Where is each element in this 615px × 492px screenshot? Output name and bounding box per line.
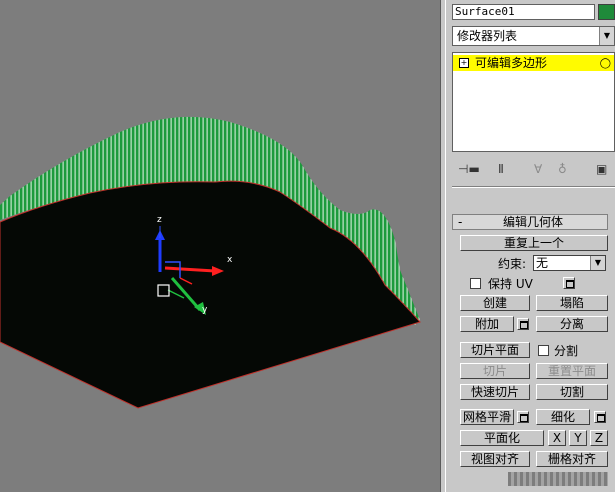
grid-align-button[interactable]: 栅格对齐 — [536, 451, 608, 467]
view-align-button[interactable]: 视图对齐 — [460, 451, 530, 467]
modify-panel: Surface01 修改器列表 ▼ + 可编辑多边形 ◯ ⊣▬ Ⅱ ∀ ♁ ▣ … — [446, 0, 615, 492]
mesh-smooth-settings-button[interactable] — [517, 411, 529, 423]
detach-button[interactable]: 分离 — [536, 316, 608, 332]
toolbar-divider — [452, 186, 615, 188]
remove-modifier-icon[interactable]: ♁ — [558, 162, 567, 176]
make-planar-button[interactable]: 平面化 — [460, 430, 544, 446]
constraint-value: 无 — [536, 256, 549, 270]
preserve-uv-checkbox[interactable] — [470, 278, 481, 289]
constraint-dropdown[interactable]: 无 ▼ — [533, 255, 606, 271]
slice-button[interactable]: 切片 — [460, 363, 530, 379]
collapse-button[interactable]: 塌陷 — [536, 295, 608, 311]
collapse-icon[interactable]: - — [458, 215, 462, 229]
tessellate-settings-button[interactable] — [594, 411, 606, 423]
mesh-smooth-button[interactable]: 网格平滑 — [460, 409, 514, 425]
quick-slice-button[interactable]: 快速切片 — [460, 384, 530, 400]
modifier-list-dropdown[interactable]: 修改器列表 ▼ — [452, 26, 615, 46]
make-unique-icon[interactable]: ∀ — [534, 162, 542, 176]
rollout-title: 编辑几何体 — [503, 215, 564, 229]
stack-item-label: 可编辑多边形 — [475, 56, 548, 70]
axis-label-x: x — [227, 255, 233, 265]
stack-item-editable-poly[interactable]: + 可编辑多边形 ◯ — [453, 55, 614, 71]
perspective-viewport[interactable]: z x y — [0, 0, 440, 492]
object-name-field[interactable]: Surface01 — [452, 4, 595, 20]
slice-plane-button[interactable]: 切片平面 — [460, 342, 530, 358]
stack-toolbar: ⊣▬ Ⅱ ∀ ♁ ▣ — [452, 160, 615, 188]
pin-stack-icon[interactable]: ⊣▬ — [458, 162, 480, 176]
planar-x-button[interactable]: X — [548, 430, 566, 446]
cut-button[interactable]: 切割 — [536, 384, 608, 400]
object-color-swatch[interactable] — [598, 4, 615, 20]
viewport-canvas: z x y — [0, 116, 421, 409]
rollout-edit-geometry-header[interactable]: - 编辑几何体 — [452, 214, 608, 230]
preserve-uv-label: 保持 UV — [488, 277, 533, 291]
create-button[interactable]: 创建 — [460, 295, 530, 311]
lightbulb-icon[interactable]: ◯ — [600, 56, 611, 72]
preserve-uv-settings-button[interactable] — [563, 277, 575, 289]
axis-label-z: z — [157, 215, 162, 225]
repeat-last-button[interactable]: 重复上一个 — [460, 235, 608, 251]
reset-plane-button[interactable]: 重置平面 — [536, 363, 608, 379]
planar-z-button[interactable]: Z — [590, 430, 608, 446]
attach-settings-button[interactable] — [517, 318, 529, 330]
expand-icon[interactable]: + — [459, 58, 469, 68]
show-end-result-icon[interactable]: Ⅱ — [498, 162, 504, 176]
axis-label-y: y — [202, 305, 208, 315]
split-label: 分割 — [554, 344, 579, 358]
planar-y-button[interactable]: Y — [569, 430, 587, 446]
modifier-stack[interactable]: + 可编辑多边形 ◯ — [452, 52, 615, 152]
tessellate-button[interactable]: 细化 — [536, 409, 590, 425]
attach-button[interactable]: 附加 — [460, 316, 514, 332]
chevron-down-icon[interactable]: ▼ — [599, 27, 614, 45]
constraint-label: 约束: — [498, 257, 527, 271]
modifier-list-label: 修改器列表 — [457, 29, 518, 43]
configure-sets-icon[interactable]: ▣ — [596, 162, 607, 176]
chevron-down-icon[interactable]: ▼ — [590, 256, 605, 270]
split-checkbox[interactable] — [538, 345, 549, 356]
watermark — [508, 472, 608, 486]
